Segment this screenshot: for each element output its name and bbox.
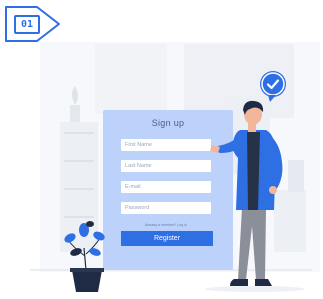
login-link[interactable]: Already a member? Log In (121, 223, 211, 227)
plant-illustration (64, 221, 105, 292)
check-icon (260, 71, 286, 97)
person-illustration (210, 100, 283, 286)
step-number: 01 (14, 15, 40, 34)
first-name-field[interactable]: First Name (121, 139, 211, 151)
password-field[interactable]: Password (121, 202, 211, 214)
email-field[interactable]: E-mail (121, 181, 211, 193)
last-name-field[interactable]: Last Name (121, 160, 211, 172)
